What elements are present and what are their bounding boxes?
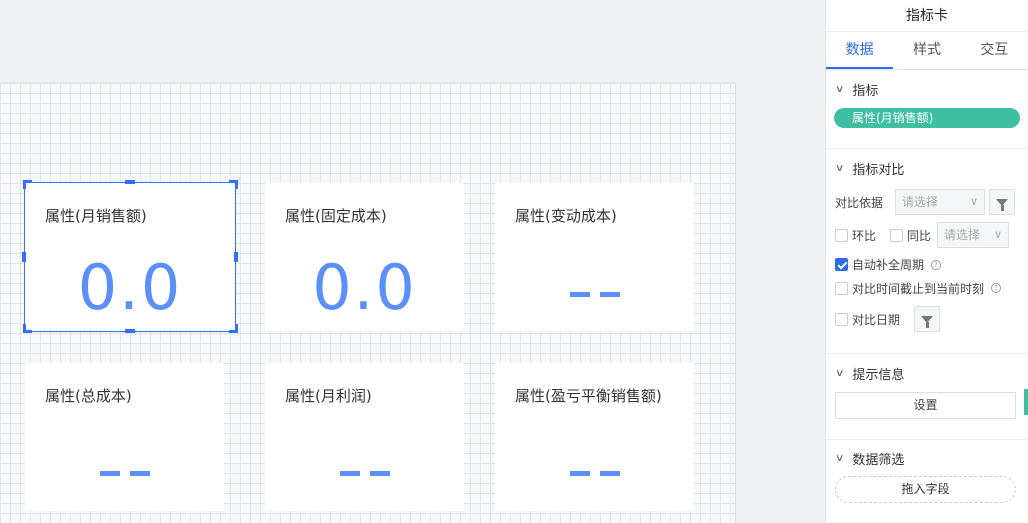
metric-card[interactable]: 属性(月利润) [265, 363, 464, 511]
tab-bar: 数据 样式 交互 [826, 32, 1028, 70]
tooltip-settings-button[interactable]: 设置 [835, 392, 1016, 419]
card-value: 0.0 [312, 251, 417, 324]
section-title: 指标 [852, 83, 879, 99]
section-header[interactable]: ∨ 指标对比 [826, 149, 1028, 187]
compare-date-label: 对比日期 [852, 312, 901, 327]
card-title: 属性(固定成本) [285, 207, 387, 225]
filter-button[interactable] [989, 189, 1016, 215]
cutoff-row: 对比时间截止到当前时刻 ? [826, 276, 1028, 300]
section-metric: ∨ 指标 属性(月销售额) [826, 70, 1028, 149]
cutoff-checkbox[interactable] [835, 281, 848, 295]
section-header[interactable]: ∨ 数据筛选 [826, 440, 1028, 476]
ring-label: 环比 [852, 228, 877, 243]
yoy-checkbox[interactable] [890, 228, 904, 242]
tab-data[interactable]: 数据 [826, 32, 894, 69]
card-title: 属性(变动成本) [515, 207, 617, 225]
resize-handle[interactable] [23, 324, 26, 333]
card-value-empty [495, 287, 694, 302]
card-value: 0.0 [77, 251, 183, 324]
ring-checkbox[interactable] [835, 228, 848, 242]
resize-handle[interactable] [235, 324, 238, 333]
compare-date-checkbox[interactable] [835, 312, 848, 326]
panel-edge-indicator [1024, 389, 1028, 415]
settings-panel: 指标卡 数据 样式 交互 ∨ 指标 属性(月销售额) ∨ 指标对比 对比依据 请… [825, 0, 1028, 523]
resize-handle[interactable] [234, 252, 238, 262]
section-title: 提示信息 [852, 367, 905, 383]
card-title: 属性(总成本) [45, 387, 132, 405]
metric-card[interactable]: 属性(变动成本) [495, 183, 694, 331]
help-icon[interactable]: ? [991, 283, 1002, 293]
auto-full-row: 自动补全周期 ? [826, 253, 1028, 276]
chevron-down-icon: ∨ [834, 452, 845, 464]
panel-title: 指标卡 [826, 0, 1028, 32]
compare-basis-row: 对比依据 请选择 ∨ [826, 187, 1028, 217]
section-title: 指标对比 [852, 162, 905, 178]
compare-date-row: 对比日期 [826, 300, 1028, 338]
card-value-empty [25, 466, 224, 481]
card-title: 属性(盈亏平衡销售额) [515, 387, 662, 405]
chevron-down-icon: ∨ [834, 83, 845, 95]
drag-field-dropzone[interactable]: 拖入字段 [835, 476, 1016, 503]
metric-card[interactable]: 属性(月销售额) 0.0 [25, 183, 235, 331]
filter-button[interactable] [914, 306, 941, 332]
yoy-label: 同比 [907, 228, 932, 243]
section-tooltip: ∨ 提示信息 设置 [826, 354, 1028, 440]
filter-icon [921, 315, 934, 328]
metric-card[interactable]: 属性(总成本) [25, 363, 224, 511]
metric-card[interactable]: 属性(盈亏平衡销售额) [495, 363, 694, 511]
section-header[interactable]: ∨ 提示信息 [826, 354, 1028, 392]
tab-interaction[interactable]: 交互 [961, 32, 1028, 69]
card-value-empty [495, 466, 694, 481]
cutoff-label: 对比时间截止到当前时刻 [852, 281, 985, 296]
chevron-down-icon: ∨ [993, 228, 1003, 241]
section-compare: ∨ 指标对比 对比依据 请选择 ∨ 环比 同比 请选择 ∨ 自动补全周期 ? 对… [826, 149, 1028, 354]
chevron-down-icon: ∨ [969, 195, 979, 208]
resize-handle[interactable] [125, 329, 135, 333]
section-filter: ∨ 数据筛选 拖入字段 [826, 440, 1028, 503]
chevron-down-icon: ∨ [834, 367, 845, 379]
card-title: 属性(月利润) [285, 387, 372, 405]
resize-handle[interactable] [23, 180, 26, 189]
compare-type-row: 环比 同比 请选择 ∨ [826, 217, 1028, 253]
compare-basis-select[interactable]: 请选择 ∨ [895, 189, 986, 215]
filter-icon [996, 198, 1009, 211]
tab-style[interactable]: 样式 [893, 32, 960, 69]
auto-full-label: 自动补全周期 [852, 258, 925, 272]
card-title: 属性(月销售额) [45, 207, 147, 225]
metric-card[interactable]: 属性(固定成本) 0.0 [265, 183, 464, 331]
resize-handle[interactable] [22, 252, 26, 262]
chevron-down-icon: ∨ [834, 162, 845, 174]
compare-basis-label: 对比依据 [835, 195, 884, 210]
resize-handle[interactable] [125, 180, 135, 184]
resize-handle[interactable] [235, 180, 238, 189]
metric-field-pill[interactable]: 属性(月销售额) [834, 108, 1020, 128]
section-title: 数据筛选 [852, 452, 905, 468]
yoy-select[interactable]: 请选择 ∨ [937, 222, 1010, 248]
section-header[interactable]: ∨ 指标 [826, 70, 1028, 108]
help-icon[interactable]: ? [931, 259, 942, 270]
auto-full-checkbox[interactable] [835, 258, 848, 271]
card-value-empty [265, 466, 464, 481]
